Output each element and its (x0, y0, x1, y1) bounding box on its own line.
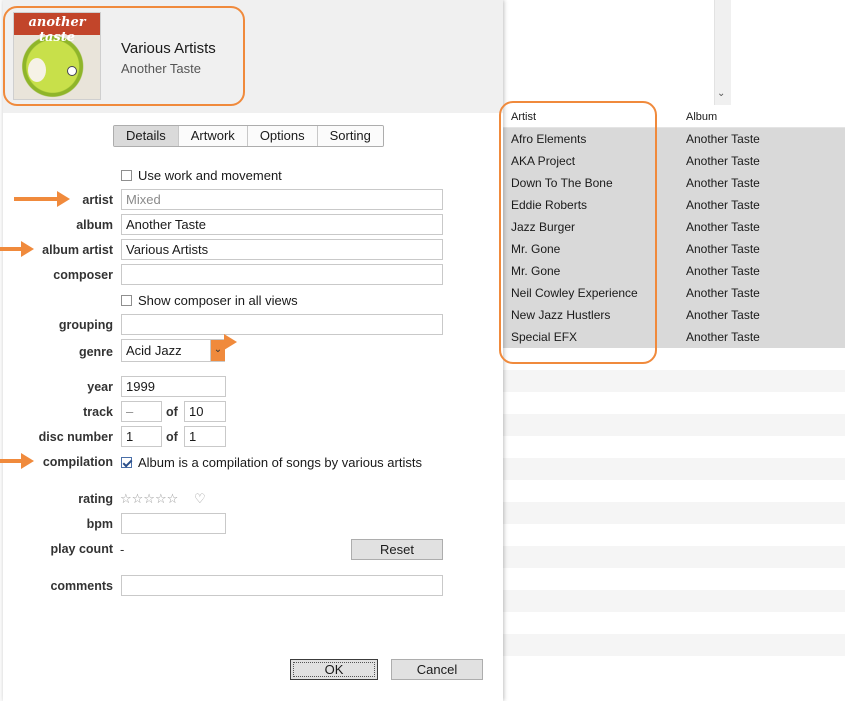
annotation-list-box (499, 101, 657, 364)
track-count-field[interactable]: 10 (184, 401, 226, 422)
bpm-label: bpm (86, 517, 113, 531)
use-work-movement-row[interactable]: Use work and movement (121, 168, 282, 183)
genre-select[interactable]: Acid Jazz ⌄ (121, 334, 237, 362)
album-cell: Another Taste (686, 286, 760, 300)
compilation-checkbox[interactable] (121, 457, 132, 468)
album-cell: Another Taste (686, 198, 760, 212)
comments-label: comments (50, 579, 113, 593)
tab-artwork[interactable]: Artwork (178, 126, 248, 146)
year-label: year (87, 380, 113, 394)
empty-row (503, 524, 845, 546)
play-count-value: - (120, 542, 125, 557)
play-count-label: play count (50, 542, 113, 556)
empty-row (503, 568, 845, 590)
chevron-down-icon[interactable]: ⌄ (210, 334, 237, 361)
empty-row (503, 612, 845, 634)
annotation-header-box (3, 6, 245, 106)
disc-of-label: of (166, 430, 178, 444)
composer-field[interactable] (121, 264, 443, 285)
track-label: track (83, 405, 113, 419)
genre-value: Acid Jazz (126, 343, 182, 358)
track-of-label: of (166, 405, 178, 419)
album-artist-field[interactable]: Various Artists (121, 239, 443, 260)
empty-row (503, 590, 845, 612)
empty-row (503, 370, 845, 392)
scroll-track[interactable] (715, 0, 731, 90)
column-header-album[interactable]: Album (686, 111, 717, 123)
tab-sorting[interactable]: Sorting (317, 126, 383, 146)
grouping-field[interactable] (121, 314, 443, 335)
album-cell: Another Taste (686, 242, 760, 256)
empty-row (503, 414, 845, 436)
empty-row (503, 546, 845, 568)
disc-number-field[interactable]: 1 (121, 426, 162, 447)
genre-label: genre (78, 345, 113, 359)
disc-count-field[interactable]: 1 (184, 426, 226, 447)
bpm-field[interactable] (121, 513, 226, 534)
album-cell: Another Taste (686, 176, 760, 190)
arrow-annotation-icon (0, 453, 34, 469)
tab-options[interactable]: Options (247, 126, 318, 146)
comments-field[interactable] (121, 575, 443, 596)
album-cell: Another Taste (686, 264, 760, 278)
album-field[interactable]: Another Taste (121, 214, 443, 235)
empty-row (503, 502, 845, 524)
cancel-button[interactable]: Cancel (391, 659, 483, 680)
album-label: album (76, 218, 113, 232)
reset-button[interactable]: Reset (351, 539, 443, 560)
empty-row (503, 634, 845, 656)
empty-row (503, 392, 845, 414)
album-cell: Another Taste (686, 308, 760, 322)
album-cell: Another Taste (686, 154, 760, 168)
show-composer-checkbox[interactable] (121, 295, 132, 306)
arrow-annotation-icon (14, 191, 70, 207)
empty-row (503, 656, 845, 678)
use-work-movement-label: Use work and movement (138, 168, 282, 183)
composer-label: composer (53, 268, 113, 282)
arrow-annotation-icon (0, 241, 34, 257)
compilation-row[interactable]: Album is a compilation of songs by vario… (121, 455, 422, 470)
album-cell: Another Taste (686, 220, 760, 234)
empty-row (503, 458, 845, 480)
chevron-down-icon[interactable]: ⌄ (717, 88, 725, 99)
show-composer-row[interactable]: Show composer in all views (121, 293, 298, 308)
empty-row (503, 480, 845, 502)
track-number-field[interactable]: – (121, 401, 162, 422)
tab-details[interactable]: Details (114, 126, 179, 146)
compilation-text: Album is a compilation of songs by vario… (138, 455, 422, 470)
use-work-movement-checkbox[interactable] (121, 170, 132, 181)
empty-row (503, 436, 845, 458)
disc-number-label: disc number (38, 430, 113, 444)
ok-button[interactable]: OK (290, 659, 378, 680)
grouping-label: grouping (58, 318, 113, 332)
show-composer-label: Show composer in all views (138, 293, 298, 308)
artist-field[interactable]: Mixed (121, 189, 443, 210)
album-cell: Another Taste (686, 330, 760, 344)
tab-bar: Details Artwork Options Sorting (113, 125, 384, 147)
scrollbar[interactable]: ⌄ (714, 0, 731, 105)
year-field[interactable]: 1999 (121, 376, 226, 397)
rating-label: rating (78, 492, 113, 506)
star-rating-icon[interactable]: ☆☆☆☆☆ (120, 491, 178, 507)
heart-icon[interactable]: ♡ (194, 491, 206, 507)
album-cell: Another Taste (686, 132, 760, 146)
